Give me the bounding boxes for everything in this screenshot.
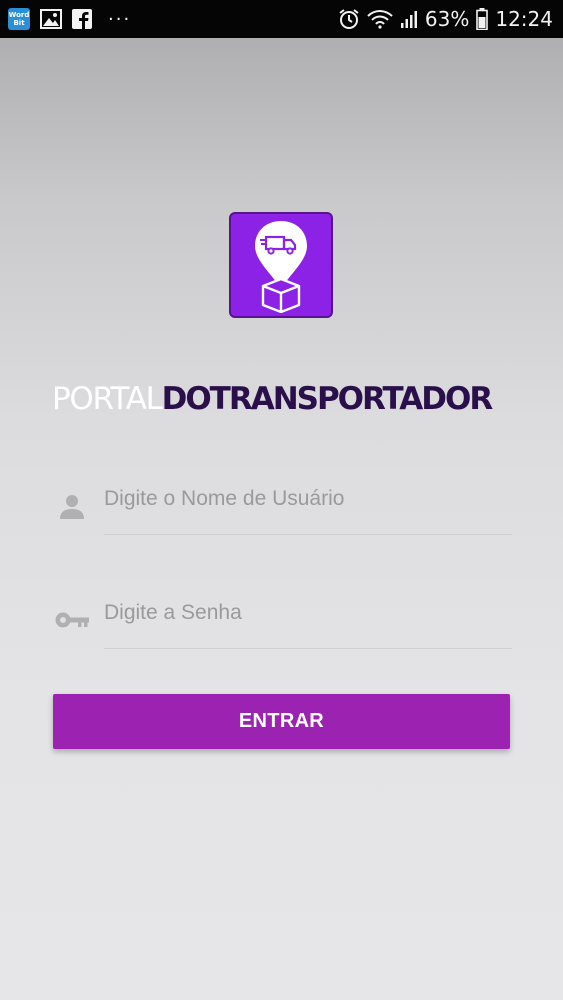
password-input[interactable]: Digite a Senha [104, 601, 242, 625]
brand-part-dotransportador: DOTRANSPORTADOR [161, 381, 494, 417]
status-bar-notifications: Word Bit ··· [0, 8, 131, 30]
key-icon [54, 605, 90, 635]
clock: 12:24 [495, 7, 553, 31]
username-field[interactable]: Digite o Nome de Usuário [54, 475, 512, 535]
app-logo [229, 212, 333, 318]
location-truck-box-icon [255, 221, 307, 313]
wordbit-app-icon: Word Bit [8, 8, 30, 30]
brand-wordmark: PORTALDOTRANSPORTADOR [52, 381, 522, 417]
alarm-icon [338, 8, 360, 30]
battery-icon [476, 8, 489, 30]
login-button-label: ENTRAR [238, 710, 325, 732]
wordbit-label: Word Bit [8, 11, 30, 27]
user-icon [54, 491, 90, 521]
brand-part-portal: PORTAL [52, 381, 163, 417]
gallery-icon [40, 9, 62, 29]
more-notifications-icon: ··· [108, 8, 132, 30]
password-field[interactable]: Digite a Senha [54, 589, 512, 649]
battery-percent: 63% [424, 7, 470, 31]
username-underline [104, 534, 512, 535]
facebook-icon [72, 9, 92, 29]
status-bar: Word Bit ··· 63% 12:24 [0, 0, 563, 38]
wifi-icon [367, 9, 393, 29]
status-bar-system: 63% 12:24 [338, 7, 563, 31]
password-underline [104, 648, 512, 649]
login-button[interactable]: ENTRAR [53, 694, 510, 749]
username-input[interactable]: Digite o Nome de Usuário [104, 487, 344, 511]
signal-icon [400, 10, 418, 28]
